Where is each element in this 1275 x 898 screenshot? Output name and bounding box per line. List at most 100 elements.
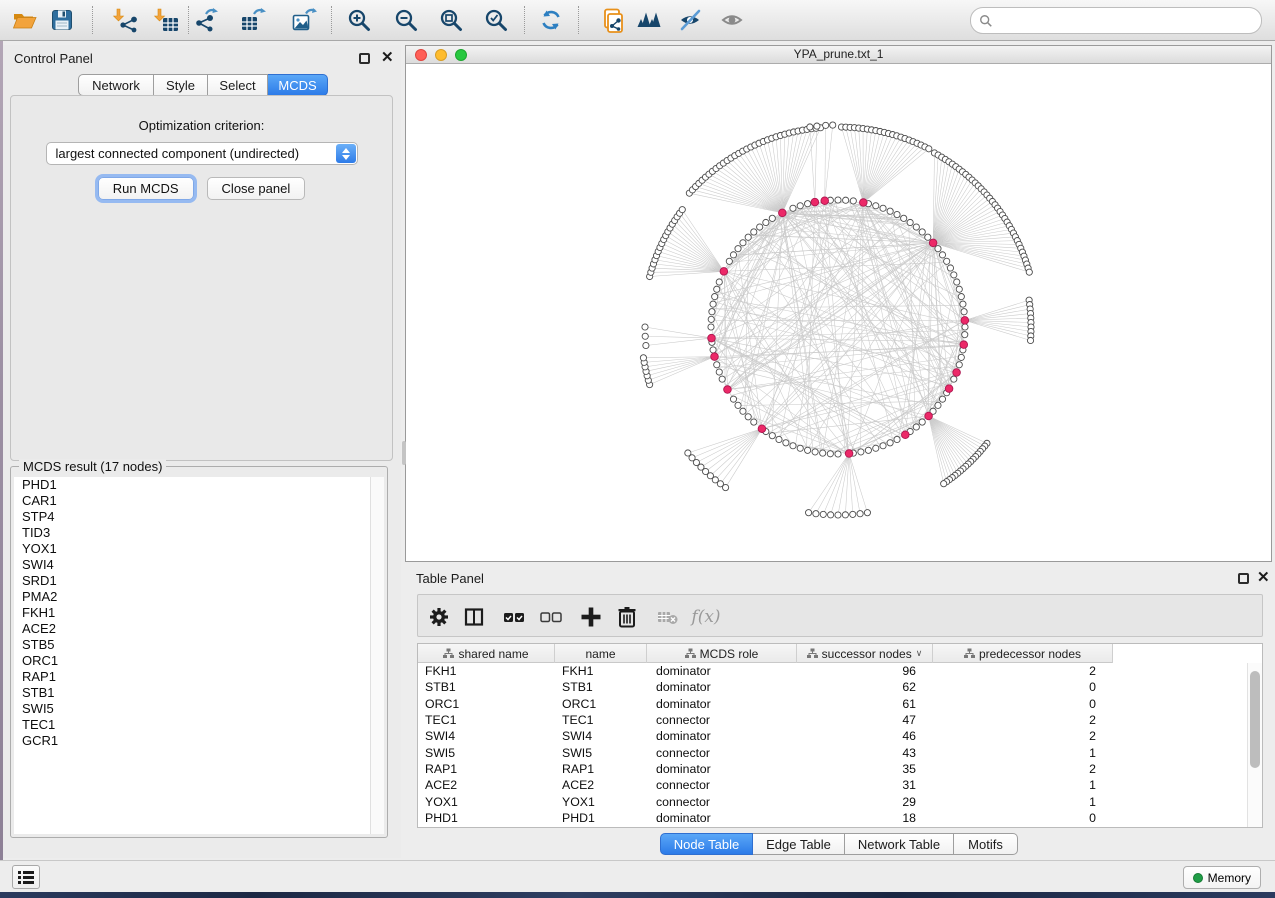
mcds-result-item[interactable]: SWI4 bbox=[14, 557, 384, 573]
delete-column-button[interactable] bbox=[615, 605, 639, 629]
mcds-result-item[interactable]: TID3 bbox=[14, 525, 384, 541]
table-row[interactable]: PHD1PHD1dominator180 bbox=[418, 810, 1247, 826]
search-input[interactable] bbox=[993, 13, 1261, 28]
select-all-columns-button[interactable] bbox=[502, 605, 526, 629]
mcds-result-item[interactable]: YOX1 bbox=[14, 541, 384, 557]
first-neighbors-button[interactable] bbox=[632, 3, 666, 37]
node-table: shared namenameMCDS rolesuccessor nodes∨… bbox=[417, 643, 1263, 828]
export-table-button[interactable] bbox=[236, 3, 270, 37]
mcds-result-item[interactable]: TEC1 bbox=[14, 717, 384, 733]
refresh-layout-button[interactable] bbox=[534, 3, 568, 37]
cell-MCDS-role: dominator bbox=[647, 811, 797, 825]
cell-MCDS-role: dominator bbox=[647, 729, 797, 743]
tab-select[interactable]: Select bbox=[208, 74, 268, 96]
save-session-button[interactable] bbox=[45, 3, 79, 37]
tab-network-table[interactable]: Network Table bbox=[845, 833, 954, 855]
maximize-traffic-light-icon[interactable] bbox=[455, 49, 467, 61]
toolbar-separator bbox=[578, 6, 579, 34]
show-column-panel-button[interactable] bbox=[462, 605, 486, 629]
close-traffic-light-icon[interactable] bbox=[415, 49, 427, 61]
tab-mcds[interactable]: MCDS bbox=[268, 74, 328, 96]
eye-icon bbox=[720, 7, 746, 33]
float-window-icon[interactable] bbox=[1238, 573, 1249, 584]
open-session-button[interactable] bbox=[7, 3, 41, 37]
deselect-all-columns-button[interactable] bbox=[539, 605, 563, 629]
table-row[interactable]: ACE2ACE2connector311 bbox=[418, 777, 1247, 793]
minimize-traffic-light-icon[interactable] bbox=[435, 49, 447, 61]
column-header-MCDS-role[interactable]: MCDS role bbox=[647, 644, 797, 663]
mcds-result-item[interactable]: GCR1 bbox=[14, 733, 384, 749]
mcds-result-item[interactable]: STB5 bbox=[14, 637, 384, 653]
close-icon[interactable]: ✕ bbox=[1257, 570, 1270, 585]
control-panel-titlebar: Control Panel ✕ bbox=[3, 45, 401, 71]
zoom-selected-button[interactable] bbox=[479, 3, 513, 37]
import-network-button[interactable] bbox=[109, 3, 143, 37]
function-builder-button[interactable]: f(x) bbox=[688, 605, 724, 629]
table-toolbar: f(x) bbox=[417, 594, 1263, 637]
tab-node-table[interactable]: Node Table bbox=[660, 833, 753, 855]
mcds-list-scrollbar[interactable] bbox=[370, 477, 384, 834]
mcds-result-item[interactable]: STB1 bbox=[14, 685, 384, 701]
network-from-selection-button[interactable] bbox=[595, 3, 629, 37]
column-header-predecessor-nodes[interactable]: predecessor nodes bbox=[933, 644, 1113, 663]
mcds-result-item[interactable]: PMA2 bbox=[14, 589, 384, 605]
table-settings-button[interactable] bbox=[427, 605, 451, 629]
show-task-history-button[interactable] bbox=[12, 865, 40, 889]
sort-descending-icon: ∨ bbox=[916, 648, 923, 659]
status-bar: Memory bbox=[0, 860, 1275, 892]
zoom-in-button[interactable] bbox=[342, 3, 376, 37]
export-network-button[interactable] bbox=[189, 3, 223, 37]
table-header-row: shared namenameMCDS rolesuccessor nodes∨… bbox=[418, 644, 1113, 663]
table-row[interactable]: SWI4SWI4dominator462 bbox=[418, 728, 1247, 744]
tab-network[interactable]: Network bbox=[78, 74, 154, 96]
table-scrollbar-thumb[interactable] bbox=[1250, 671, 1260, 768]
zoom-out-button[interactable] bbox=[389, 3, 423, 37]
network-canvas[interactable] bbox=[406, 65, 1271, 561]
table-row[interactable]: RAP1RAP1dominator352 bbox=[418, 761, 1247, 777]
mcds-result-item[interactable]: STP4 bbox=[14, 509, 384, 525]
column-type-icon bbox=[964, 648, 975, 659]
table-tabs: Node TableEdge TableNetwork TableMotifs bbox=[660, 833, 1018, 856]
column-header-successor-nodes[interactable]: successor nodes∨ bbox=[797, 644, 933, 663]
close-panel-button[interactable]: Close panel bbox=[207, 177, 306, 200]
mcds-result-item[interactable]: CAR1 bbox=[14, 493, 384, 509]
create-column-button[interactable] bbox=[579, 605, 603, 629]
column-header-shared-name[interactable]: shared name bbox=[418, 644, 555, 663]
mcds-result-item[interactable]: SWI5 bbox=[14, 701, 384, 717]
import-table-button[interactable] bbox=[150, 3, 184, 37]
table-body[interactable]: FKH1FKH1dominator962STB1STB1dominator620… bbox=[418, 663, 1247, 827]
hide-selected-button[interactable] bbox=[674, 3, 708, 37]
memory-button[interactable]: Memory bbox=[1183, 866, 1261, 889]
mcds-result-item[interactable]: ORC1 bbox=[14, 653, 384, 669]
run-mcds-button[interactable]: Run MCDS bbox=[98, 177, 194, 200]
table-row[interactable]: FKH1FKH1dominator962 bbox=[418, 663, 1247, 679]
tab-edge-table[interactable]: Edge Table bbox=[753, 833, 845, 855]
table-scrollbar[interactable] bbox=[1247, 663, 1262, 827]
delete-table-button[interactable] bbox=[656, 605, 680, 629]
column-header-name[interactable]: name bbox=[555, 644, 647, 663]
mcds-result-item[interactable]: RAP1 bbox=[14, 669, 384, 685]
mcds-result-item[interactable]: FKH1 bbox=[14, 605, 384, 621]
mcds-result-item[interactable]: SRD1 bbox=[14, 573, 384, 589]
mcds-result-item[interactable]: PHD1 bbox=[14, 477, 384, 493]
gear-icon bbox=[427, 605, 451, 629]
zoom-fit-button[interactable] bbox=[434, 3, 468, 37]
eye-slash-icon bbox=[678, 7, 704, 33]
float-window-icon[interactable] bbox=[359, 53, 370, 64]
table-row[interactable]: TEC1TEC1connector472 bbox=[418, 712, 1247, 728]
network-window-titlebar[interactable]: YPA_prune.txt_1 bbox=[406, 46, 1271, 64]
close-icon[interactable]: ✕ bbox=[381, 50, 394, 65]
show-all-button[interactable] bbox=[716, 3, 750, 37]
table-row[interactable]: YOX1YOX1connector291 bbox=[418, 793, 1247, 809]
table-row[interactable]: SWI5SWI5connector431 bbox=[418, 744, 1247, 760]
table-row[interactable]: STB1STB1dominator620 bbox=[418, 679, 1247, 695]
split-divider-handle[interactable] bbox=[402, 441, 406, 465]
mcds-result-item[interactable]: ACE2 bbox=[14, 621, 384, 637]
tab-motifs[interactable]: Motifs bbox=[954, 833, 1018, 855]
control-panel-title: Control Panel bbox=[14, 51, 93, 66]
table-row[interactable]: ORC1ORC1dominator610 bbox=[418, 696, 1247, 712]
mcds-result-list[interactable]: PHD1CAR1STP4TID3YOX1SWI4SRD1PMA2FKH1ACE2… bbox=[14, 477, 384, 834]
export-image-button[interactable] bbox=[287, 3, 321, 37]
tab-style[interactable]: Style bbox=[154, 74, 208, 96]
criterion-dropdown[interactable]: largest connected component (undirected) bbox=[46, 142, 358, 165]
